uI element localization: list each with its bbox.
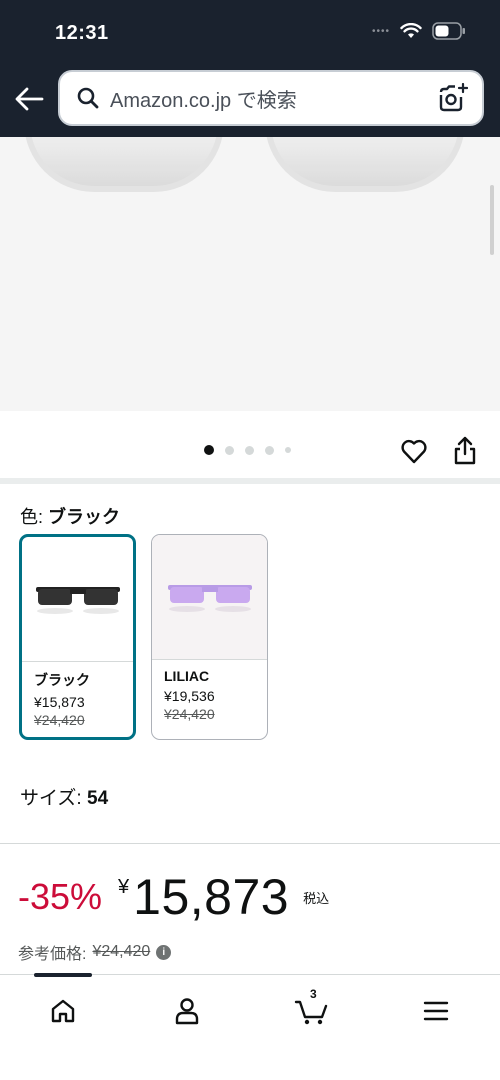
wifi-icon bbox=[400, 23, 422, 38]
share-icon[interactable] bbox=[452, 435, 478, 465]
sunglasses-liliac-image bbox=[167, 585, 252, 612]
home-icon bbox=[51, 999, 75, 1023]
swatch-list-price: ¥24,420 bbox=[164, 706, 215, 722]
signal-icon: •••• bbox=[371, 25, 390, 37]
price-amount: 15,873 bbox=[133, 869, 290, 925]
menu-icon bbox=[423, 1001, 449, 1021]
color-label: 色: ブラック bbox=[20, 507, 121, 527]
search-bar[interactable]: Amazon.co.jp で検索 bbox=[58, 70, 484, 126]
info-icon[interactable]: i bbox=[156, 944, 172, 960]
app-header: 12:31 •••• Amazon.co.jp で検索 bbox=[0, 0, 500, 137]
heart-icon[interactable] bbox=[400, 437, 428, 465]
product-page: 12:31 •••• Amazon.co.jp で検索 色: ブラック ブラック… bbox=[0, 0, 500, 1080]
swatch-image bbox=[22, 537, 133, 662]
pagination-dot[interactable] bbox=[204, 445, 214, 455]
sunglasses-black-image bbox=[35, 587, 120, 614]
pagination-dot[interactable] bbox=[245, 445, 254, 455]
price-block: -35% ¥ 15,873 税込 bbox=[18, 868, 329, 926]
user-icon bbox=[175, 998, 199, 1025]
back-arrow-icon[interactable] bbox=[14, 86, 44, 112]
selected-color: ブラック bbox=[48, 507, 121, 527]
nav-menu[interactable] bbox=[406, 991, 466, 1031]
pagination-dot[interactable] bbox=[285, 447, 291, 453]
image-controls bbox=[0, 411, 500, 481]
status-icons: •••• bbox=[372, 22, 466, 40]
divider bbox=[0, 843, 500, 844]
swatch-name: LILIAC bbox=[164, 668, 210, 684]
discount-percent: -35% bbox=[18, 876, 103, 917]
nav-account[interactable] bbox=[157, 991, 217, 1031]
divider bbox=[0, 478, 500, 484]
battery-icon bbox=[432, 22, 465, 40]
search-input[interactable]: Amazon.co.jp で検索 bbox=[110, 84, 438, 113]
swatch-list-price: ¥24,420 bbox=[34, 712, 85, 728]
nav-home[interactable] bbox=[33, 991, 93, 1031]
reference-label: 参考価格: bbox=[18, 946, 87, 963]
color-option-black[interactable]: ブラック ¥15,873 ¥24,420 bbox=[19, 534, 136, 740]
sunglasses-lens-left bbox=[24, 137, 224, 192]
swatch-name: ブラック bbox=[34, 672, 90, 688]
cart-count: 3 bbox=[310, 987, 317, 1001]
pagination-dot[interactable] bbox=[225, 445, 234, 455]
image-pagination bbox=[204, 445, 291, 455]
status-time: 12:31 bbox=[55, 22, 109, 44]
product-image[interactable] bbox=[0, 137, 500, 411]
swatch-image bbox=[152, 535, 267, 660]
reference-price: 参考価格: ¥24,420 i bbox=[18, 940, 172, 964]
color-option-liliac[interactable]: LILIAC ¥19,536 ¥24,420 bbox=[151, 534, 268, 740]
size-value: 54 bbox=[87, 788, 109, 809]
bottom-nav: 3 bbox=[0, 973, 500, 1080]
scrollbar[interactable] bbox=[490, 185, 494, 255]
swatch-price: ¥19,536 bbox=[164, 688, 215, 704]
active-tab-indicator bbox=[34, 973, 92, 977]
sunglasses-lens-right bbox=[265, 137, 465, 192]
camera-search-icon[interactable] bbox=[438, 83, 468, 113]
currency-symbol: ¥ bbox=[118, 876, 130, 898]
search-icon bbox=[77, 87, 99, 109]
tax-note: 税込 bbox=[303, 891, 330, 906]
swatch-price: ¥15,873 bbox=[34, 694, 85, 710]
size-label: サイズ: 54 bbox=[20, 788, 109, 809]
reference-value: ¥24,420 bbox=[92, 943, 151, 960]
nav-cart[interactable]: 3 bbox=[282, 987, 342, 1031]
pagination-dot[interactable] bbox=[265, 445, 274, 455]
